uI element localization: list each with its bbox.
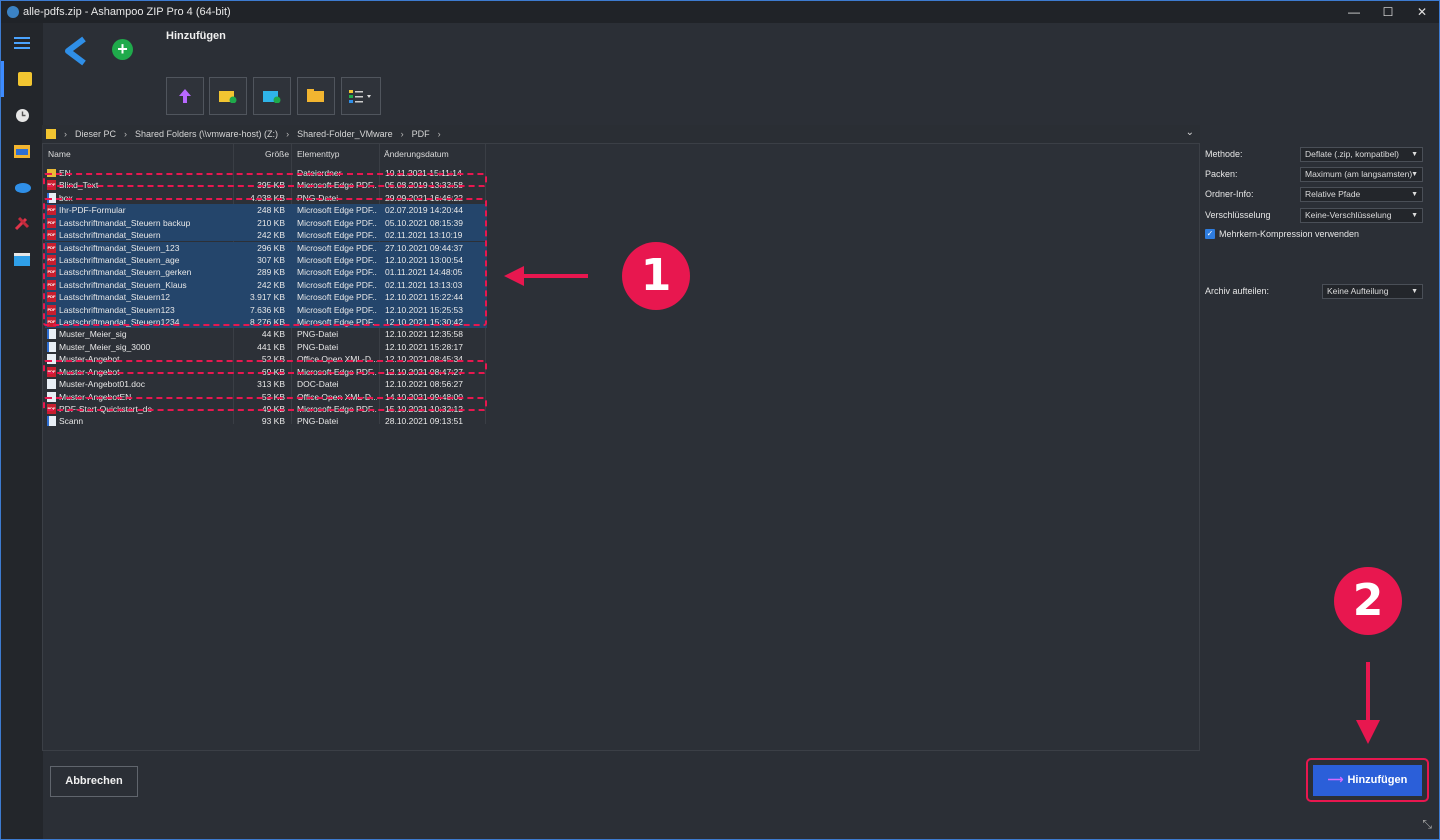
title-bar: alle-pdfs.zip - Ashampoo ZIP Pro 4 (64-b…: [1, 1, 1439, 23]
menu-icon[interactable]: [1, 25, 43, 61]
sidebar-explorer-icon[interactable]: [1, 133, 43, 169]
window-title: alle-pdfs.zip - Ashampoo ZIP Pro 4 (64-b…: [23, 6, 231, 18]
folder-icon: [46, 129, 56, 139]
add-plus-icon[interactable]: +: [112, 39, 133, 60]
maximize-button[interactable]: ☐: [1371, 1, 1405, 23]
breadcrumb: › Dieser PC › Shared Folders (\\vmware-h…: [42, 125, 1200, 144]
chevron-down-icon: ▼: [1411, 288, 1418, 295]
cell-type: PNG-Datei: [297, 341, 339, 352]
breadcrumb-item[interactable]: Shared Folders (\\vmware-host) (Z:): [135, 129, 278, 139]
cell-size: 44 KB: [261, 329, 285, 340]
cell-type: PNG-Datei: [297, 416, 339, 427]
left-sidebar: [1, 23, 43, 839]
encryption-select[interactable]: Keine-Verschlüsselung ▼: [1300, 208, 1423, 223]
cell-size: 93 KB: [261, 416, 285, 427]
split-select[interactable]: Keine Aufteilung ▼: [1322, 284, 1423, 299]
chevron-down-icon: ▼: [1411, 212, 1418, 219]
split-label: Archiv aufteilen:: [1205, 286, 1270, 296]
method-select[interactable]: Deflate (.zip, kompatibel) ▼: [1300, 147, 1423, 162]
folder-add-icon[interactable]: [253, 77, 291, 115]
annotation-arrow-left-icon: [500, 263, 592, 294]
open-folder-icon[interactable]: [297, 77, 335, 115]
annotation-arrow-down-icon: [1354, 660, 1382, 751]
cell-name: Muster-Angebot01.doc: [59, 379, 145, 390]
highlight-box: [43, 397, 487, 411]
cancel-button[interactable]: Abbrechen: [50, 766, 138, 797]
column-header-size[interactable]: Größe: [265, 146, 289, 162]
pack-select[interactable]: Maximum (am langsamsten) ▼: [1300, 167, 1423, 182]
folder-info-select[interactable]: Relative Pfade ▼: [1300, 187, 1423, 202]
chevron-down-icon: ▼: [1411, 151, 1418, 158]
highlight-box: [43, 360, 487, 374]
breadcrumb-item[interactable]: Dieser PC: [75, 129, 116, 139]
cell-type: PNG-Datei: [297, 329, 339, 340]
table-row[interactable]: Scann 93 KB PNG-Datei 28.10.2021 09:13:51: [45, 415, 487, 427]
view-options-icon[interactable]: [341, 77, 381, 115]
multicore-label: Mehrkern-Kompression verwenden: [1219, 229, 1360, 239]
breadcrumb-item[interactable]: PDF: [412, 129, 430, 139]
new-folder-icon[interactable]: [209, 77, 247, 115]
annotation-badge-2: 2: [1334, 567, 1402, 635]
sidebar-clock-icon[interactable]: [1, 97, 43, 133]
column-header-type[interactable]: Elementtyp: [297, 146, 340, 162]
highlight-box: [43, 173, 487, 187]
sidebar-notes-icon[interactable]: [1, 61, 46, 97]
column-header-date[interactable]: Änderungsdatum: [384, 146, 449, 162]
column-header-name[interactable]: Name: [48, 146, 71, 162]
highlight-box: [43, 198, 487, 326]
encryption-label: Verschlüsselung: [1205, 210, 1271, 220]
sidebar-window-icon[interactable]: [1, 241, 43, 277]
table-row[interactable]: Muster_Meier_sig_3000 441 KB PNG-Datei 12.1…: [45, 341, 487, 353]
arrow-right-icon: ⟶: [1327, 774, 1344, 786]
cell-size: 313 KB: [257, 379, 285, 390]
breadcrumb-item[interactable]: Shared-Folder_VMware: [297, 129, 393, 139]
cell-name: Muster_Meier_sig_3000: [59, 341, 151, 352]
resize-grip-icon[interactable]: ⤡: [1422, 817, 1432, 832]
cell-name: Scann: [59, 416, 84, 427]
cell-date: 12.10.2021 12:35:58: [385, 329, 463, 340]
minimize-button[interactable]: —: [1337, 1, 1371, 23]
png-file-icon: [47, 341, 56, 352]
app-icon: [7, 6, 19, 18]
up-arrow-icon[interactable]: [166, 77, 204, 115]
png-file-icon: [47, 416, 56, 427]
pack-label: Packen:: [1205, 169, 1238, 179]
close-button[interactable]: ✕: [1405, 1, 1439, 23]
folder-info-label: Ordner-Info:: [1205, 189, 1254, 199]
chevron-down-icon: ▼: [1411, 191, 1418, 198]
chevron-down-icon[interactable]: ⌄: [1186, 127, 1194, 138]
table-row[interactable]: Muster_Meier_sig 44 KB PNG-Datei 12.10.2021…: [45, 328, 487, 340]
cell-date: 12.10.2021 08:56:27: [385, 379, 463, 390]
cell-size: 441 KB: [257, 341, 285, 352]
chevron-down-icon: ▼: [1411, 171, 1418, 178]
cell-name: Muster_Meier_sig: [59, 329, 127, 340]
png-file-icon: [47, 329, 56, 340]
multicore-checkbox[interactable]: ✓: [1205, 229, 1215, 239]
cell-date: 12.10.2021 15:28:17: [385, 341, 463, 352]
doc-file-icon: [47, 379, 56, 390]
add-button[interactable]: ⟶ Hinzufügen: [1313, 765, 1422, 796]
page-title: Hinzufügen: [166, 30, 226, 42]
table-row[interactable]: Muster-Angebot01.doc 313 KB DOC-Datei 12.10…: [45, 378, 487, 390]
sidebar-tools-icon[interactable]: [1, 205, 43, 241]
method-label: Methode:: [1205, 149, 1243, 159]
back-arrow-icon[interactable]: [62, 36, 88, 71]
annotation-badge-1: 1: [622, 242, 690, 310]
cell-date: 28.10.2021 09:13:51: [385, 416, 463, 427]
sidebar-cloud-icon[interactable]: [1, 169, 43, 205]
cell-type: DOC-Datei: [297, 379, 339, 390]
